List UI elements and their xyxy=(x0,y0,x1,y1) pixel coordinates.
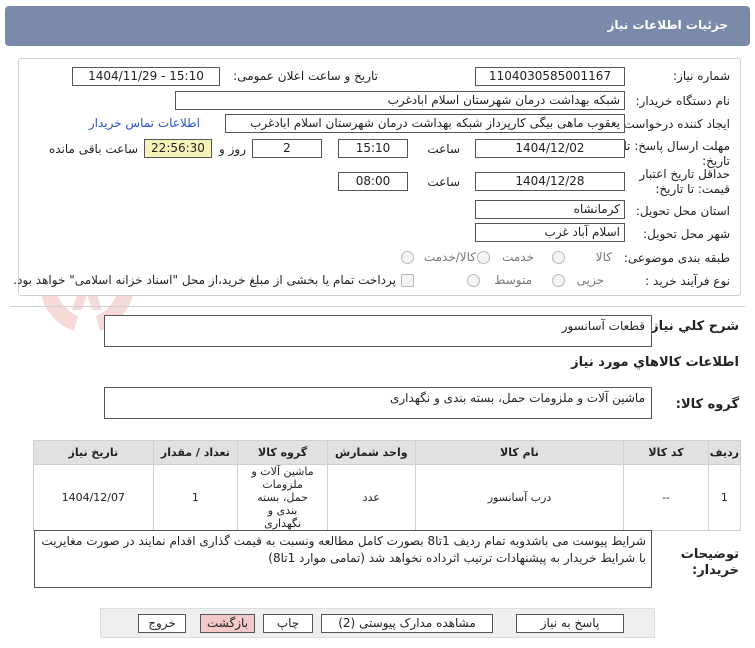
buyer-notes-label: توضیحات xyxy=(680,547,739,562)
creator-label: ایجاد کننده درخواست: xyxy=(619,117,730,131)
deadline-label: مهلت ارسال پاسخ: تا xyxy=(623,139,730,153)
validity-date-field: 1404/12/28 xyxy=(475,172,625,191)
remaining-time-field: 22:56:30 xyxy=(144,139,212,158)
city-label: شهر محل تحویل: xyxy=(643,227,730,241)
creator-field: یعقوب ماهی بیگی کارپرداز شبکه بهداشت درم… xyxy=(225,114,625,133)
announce-datetime-field: 1404/11/29 - 15:10 xyxy=(72,67,220,86)
summary-field: قطعات آسانسور xyxy=(104,315,652,347)
print-button[interactable]: چاپ xyxy=(263,614,313,633)
days-remaining-field: 2 xyxy=(252,139,322,158)
category-option-service: خدمت xyxy=(502,250,534,264)
days-label: روز و xyxy=(219,142,246,156)
divider xyxy=(10,306,745,307)
col-header-row: ردیف xyxy=(707,440,742,465)
validity-label-date: قیمت: تا تاریخ: xyxy=(655,182,730,196)
back-button[interactable]: بازگشت xyxy=(200,614,255,633)
category-radio-service[interactable] xyxy=(477,251,490,264)
cell-name: درب آسانسور xyxy=(414,464,625,531)
buyer-notes-field: شرایط پیوست می باشدوبه تمام ردیف 1تا8 بص… xyxy=(34,530,652,588)
treasury-payment-checkbox[interactable] xyxy=(401,274,414,287)
buyer-notes-label-2: خریدار: xyxy=(692,563,739,578)
need-info-section: شماره نیاز: 1104030585001167 تاریخ و ساع… xyxy=(13,58,741,296)
remaining-time-label: ساعت باقی مانده xyxy=(48,142,138,156)
cell-unit: عدد xyxy=(326,464,416,531)
buyer-contact-link[interactable]: اطلاعات تماس خریدار xyxy=(89,116,200,130)
cell-quantity: 1 xyxy=(152,464,239,531)
cell-row-number: 1 xyxy=(707,464,742,531)
table-header-row: ردیف کد کالا نام کالا واحد شمارش گروه کا… xyxy=(33,440,742,465)
goods-group-label: گروه کالا: xyxy=(675,397,739,412)
province-label: استان محل تحویل: xyxy=(635,204,730,218)
cell-date: 1404/12/07 xyxy=(33,464,154,531)
validity-time-field: 08:00 xyxy=(338,172,408,191)
table-row: 1 -- درب آسانسور عدد ماشین آلات و ملزوما… xyxy=(33,464,742,531)
summary-label: شرح کلي نیاز: xyxy=(645,319,739,334)
col-header-unit: واحد شمارش xyxy=(326,440,416,465)
category-option-goods: کالا xyxy=(595,250,612,264)
deadline-time-field: 15:10 xyxy=(338,139,408,158)
need-number-field: 1104030585001167 xyxy=(475,67,625,86)
cell-group: ماشین آلات و ملزومات حمل، بسته بندی و نگ… xyxy=(237,464,328,531)
header-bar: جزئیات اطلاعات نیاز xyxy=(5,6,750,46)
deadline-time-label: ساعت xyxy=(427,142,460,156)
city-field: اسلام آباد غرب xyxy=(475,223,625,242)
deadline-label-date: تاریخ: xyxy=(702,154,730,168)
goods-table: ردیف کد کالا نام کالا واحد شمارش گروه کا… xyxy=(33,440,742,531)
province-field: کرمانشاه xyxy=(475,200,625,219)
col-header-code: کد کالا xyxy=(623,440,709,465)
purchase-option-minor: جزیی xyxy=(576,273,604,287)
buyer-org-field: شبکه بهداشت درمان شهرستان اسلام ابادغرب xyxy=(175,91,625,110)
col-header-quantity: تعداد / مقدار xyxy=(152,440,239,465)
col-header-group: گروه کالا xyxy=(237,440,328,465)
purchase-radio-medium[interactable] xyxy=(467,274,480,287)
category-radio-goods-service[interactable] xyxy=(401,251,414,264)
cell-code: -- xyxy=(623,464,709,531)
category-option-goods-service: کالا/خدمت xyxy=(423,250,476,264)
purchase-radio-minor[interactable] xyxy=(552,274,565,287)
view-attachments-button[interactable]: مشاهده مدارک پیوستی (2) xyxy=(321,614,493,633)
validity-label: حداقل تاریخ اعتبار xyxy=(639,167,730,181)
category-label: طبقه بندی موضوعی: xyxy=(623,251,730,265)
purchase-process-label: نوع فرآیند خرید : xyxy=(645,274,730,288)
category-radio-goods[interactable] xyxy=(552,251,565,264)
need-number-label: شماره نیاز: xyxy=(673,69,730,83)
page-title: جزئیات اطلاعات نیاز xyxy=(607,18,728,32)
col-header-name: نام کالا xyxy=(414,440,625,465)
need-details-page: جزئیات اطلاعات نیاز AriaTender.net شماره… xyxy=(0,0,755,648)
goods-group-field: ماشین آلات و ملزومات حمل، بسته بندی و نگ… xyxy=(104,387,652,419)
validity-time-label: ساعت xyxy=(427,175,460,189)
purchase-option-medium: متوسط xyxy=(494,273,532,287)
reply-to-need-button[interactable]: پاسخ به نیاز xyxy=(516,614,624,633)
treasury-payment-note: پرداخت تمام یا بخشی از مبلغ خرید،از محل … xyxy=(13,273,396,287)
announce-datetime-label: تاریخ و ساعت اعلان عمومی: xyxy=(233,69,378,83)
deadline-date-field: 1404/12/02 xyxy=(475,139,625,158)
goods-info-title: اطلاعات کالاهاي مورد نياز xyxy=(571,355,739,370)
buyer-org-label: نام دستگاه خریدار: xyxy=(635,94,731,108)
action-bar: پاسخ به نیاز مشاهده مدارک پیوستی (2) چاپ… xyxy=(100,608,655,638)
col-header-date: تاریخ نیاز xyxy=(33,440,154,465)
exit-button[interactable]: خروج xyxy=(138,614,186,633)
